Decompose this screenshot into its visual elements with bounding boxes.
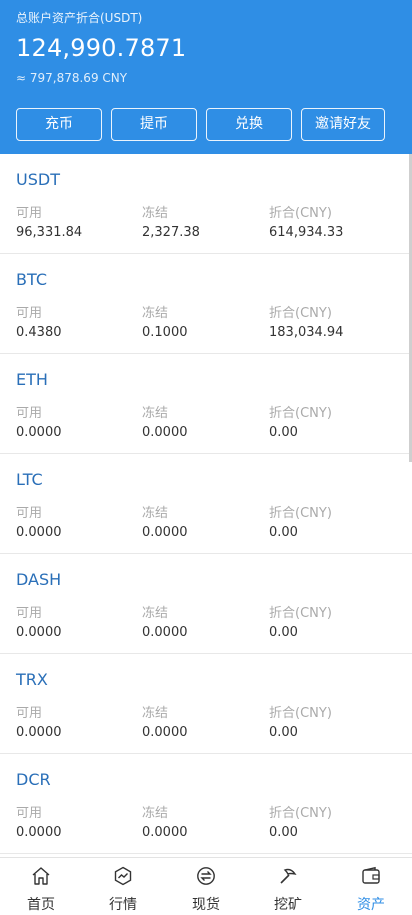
coin-name: DASH: [16, 570, 62, 589]
asset-row-eth[interactable]: ETH 可用 冻结 折合(CNY) 0.0000 0.0000 0.00: [0, 354, 412, 454]
cny-label: 折合(CNY): [269, 606, 332, 621]
withdraw-button[interactable]: 提币: [111, 108, 197, 141]
deposit-button[interactable]: 充币: [16, 108, 102, 141]
cny-value: 0.00: [269, 425, 298, 440]
coin-name: ETH: [16, 370, 48, 389]
asset-row-ltc[interactable]: LTC 可用 冻结 折合(CNY) 0.0000 0.0000 0.00: [0, 454, 412, 554]
frozen-value: 0.1000: [142, 325, 188, 340]
frozen-label: 冻结: [142, 706, 169, 721]
mining-icon: [280, 868, 297, 884]
asset-list[interactable]: USDT 可用 冻结 折合(CNY) 96,331.84 2,327.38 61…: [0, 154, 412, 858]
available-value: 0.0000: [16, 725, 62, 740]
available-label: 可用: [16, 306, 43, 321]
frozen-label: 冻结: [142, 606, 169, 621]
cny-label: 折合(CNY): [269, 506, 332, 521]
tab-mining[interactable]: 挖矿: [247, 858, 329, 915]
cny-value: 0.00: [269, 725, 298, 740]
coin-name: TRX: [16, 670, 48, 689]
available-value: 0.0000: [16, 425, 62, 440]
frozen-label: 冻结: [142, 506, 169, 521]
cny-label: 折合(CNY): [269, 306, 332, 321]
cny-value: 0.00: [269, 625, 298, 640]
exchange-icon: [197, 867, 215, 885]
available-label: 可用: [16, 506, 43, 521]
available-value: 0.0000: [16, 625, 62, 640]
frozen-value: 0.0000: [142, 625, 188, 640]
frozen-value: 2,327.38: [142, 225, 200, 240]
tab-label: 现货: [192, 897, 220, 913]
available-value: 0.0000: [16, 825, 62, 840]
coin-name: LTC: [16, 470, 43, 489]
frozen-value: 0.0000: [142, 425, 188, 440]
invite-friends-button[interactable]: 邀请好友: [301, 108, 385, 141]
cny-label: 折合(CNY): [269, 706, 332, 721]
total-assets-value: 124,990.7871: [16, 34, 187, 62]
frozen-label: 冻结: [142, 306, 169, 321]
available-label: 可用: [16, 606, 43, 621]
frozen-value: 0.0000: [142, 525, 188, 540]
available-label: 可用: [16, 806, 43, 821]
available-label: 可用: [16, 706, 43, 721]
home-icon: [32, 867, 50, 885]
asset-row-trx[interactable]: TRX 可用 冻结 折合(CNY) 0.0000 0.0000 0.00: [0, 654, 412, 754]
bottom-tab-bar: 首页 行情 现货 挖矿 资产: [0, 857, 412, 915]
cny-value: 0.00: [269, 525, 298, 540]
market-icon: [114, 866, 132, 886]
tab-label: 资产: [357, 897, 385, 913]
tab-assets[interactable]: 资产: [330, 858, 412, 915]
available-value: 0.0000: [16, 525, 62, 540]
tab-label: 挖矿: [274, 897, 302, 913]
cny-value: 614,934.33: [269, 225, 344, 240]
available-label: 可用: [16, 406, 43, 421]
available-value: 96,331.84: [16, 225, 83, 240]
available-label: 可用: [16, 206, 43, 221]
frozen-label: 冻结: [142, 406, 169, 421]
asset-header: 总账户资产折合(USDT) 124,990.7871 ≈ 797,878.69 …: [0, 0, 412, 154]
coin-name: BTC: [16, 270, 47, 289]
cny-value: 183,034.94: [269, 325, 344, 340]
frozen-value: 0.0000: [142, 725, 188, 740]
total-assets-cny: ≈ 797,878.69 CNY: [16, 71, 128, 85]
asset-row-usdt[interactable]: USDT 可用 冻结 折合(CNY) 96,331.84 2,327.38 61…: [0, 154, 412, 254]
tab-home[interactable]: 首页: [0, 858, 82, 915]
tab-market[interactable]: 行情: [82, 858, 164, 915]
cny-label: 折合(CNY): [269, 806, 332, 821]
frozen-label: 冻结: [142, 806, 169, 821]
asset-row-dash[interactable]: DASH 可用 冻结 折合(CNY) 0.0000 0.0000 0.00: [0, 554, 412, 654]
wallet-icon: [362, 866, 380, 884]
cny-label: 折合(CNY): [269, 406, 332, 421]
convert-button[interactable]: 兑换: [206, 108, 292, 141]
coin-name: USDT: [16, 170, 60, 189]
cny-label: 折合(CNY): [269, 206, 332, 221]
tab-spot[interactable]: 现货: [165, 858, 247, 915]
tab-label: 首页: [27, 897, 55, 913]
cny-value: 0.00: [269, 825, 298, 840]
asset-row-btc[interactable]: BTC 可用 冻结 折合(CNY) 0.4380 0.1000 183,034.…: [0, 254, 412, 354]
total-assets-label: 总账户资产折合(USDT): [16, 11, 143, 25]
asset-row-dcr[interactable]: DCR 可用 冻结 折合(CNY) 0.0000 0.0000 0.00: [0, 754, 412, 854]
frozen-label: 冻结: [142, 206, 169, 221]
tab-label: 行情: [109, 897, 137, 913]
frozen-value: 0.0000: [142, 825, 188, 840]
available-value: 0.4380: [16, 325, 62, 340]
action-buttons: 充币 提币 兑换 邀请好友: [16, 108, 396, 141]
coin-name: DCR: [16, 770, 51, 789]
